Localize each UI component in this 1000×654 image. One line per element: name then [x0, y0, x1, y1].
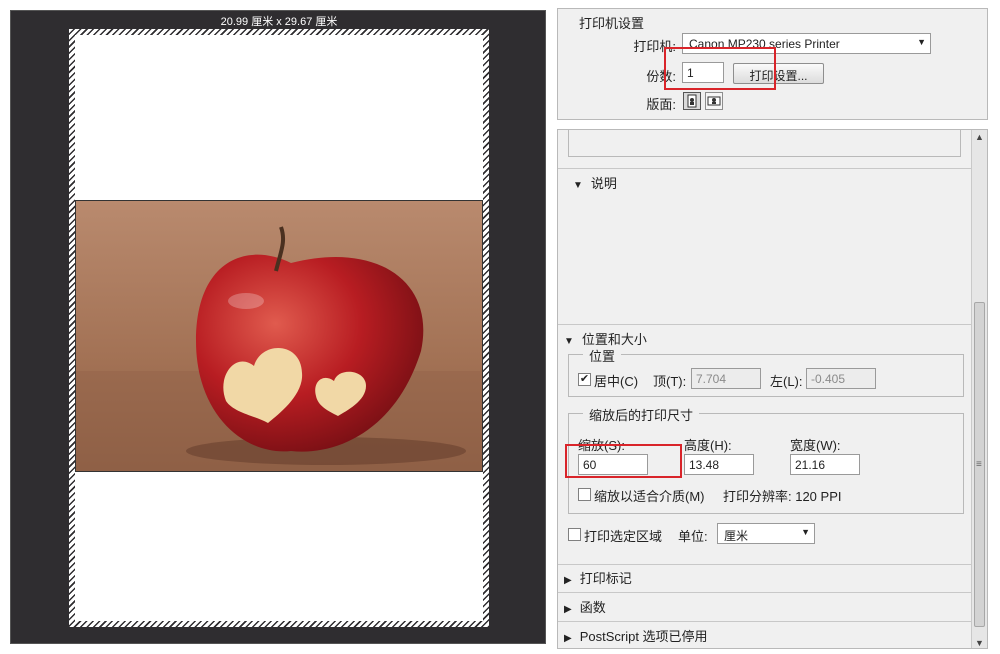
chevron-down-icon: ▼: [917, 37, 926, 47]
divider: [558, 168, 973, 169]
position-size-header-label: 位置和大小: [581, 332, 647, 347]
unit-label: 单位:: [678, 529, 708, 544]
divider: [558, 592, 973, 593]
functions-label: 函数: [579, 600, 606, 615]
description-section-header[interactable]: ▼ 说明: [573, 173, 617, 192]
unit-select[interactable]: 厘米 ▼: [717, 523, 815, 544]
width-input[interactable]: 21.16: [790, 454, 860, 475]
fit-media-checkbox[interactable]: [578, 488, 591, 501]
center-checkbox[interactable]: ✔: [578, 373, 591, 386]
scroll-up-arrow-icon[interactable]: ▲: [975, 132, 984, 142]
print-preview-pane: 20.99 厘米 x 29.67 厘米: [10, 10, 546, 644]
print-marks-label: 打印标记: [579, 571, 632, 586]
scrollbar-thumb[interactable]: ≡: [974, 302, 985, 627]
layout-label: 版面:: [646, 97, 676, 112]
height-label: 高度(H):: [684, 438, 732, 453]
print-marks-section-header[interactable]: ▶ 打印标记: [564, 568, 632, 587]
landscape-orientation-button[interactable]: [705, 92, 723, 110]
highlight-box-print-settings: [664, 47, 776, 90]
previous-section-box: [568, 130, 961, 157]
top-input[interactable]: 7.704: [691, 368, 761, 389]
collapsed-triangle-icon: ▶: [564, 633, 572, 644]
print-selected-area-label: 打印选定区域: [584, 529, 663, 544]
functions-section-header[interactable]: ▶ 函数: [564, 597, 606, 616]
postscript-label: PostScript 选项已停用: [579, 629, 708, 644]
divider: [558, 621, 973, 622]
page-size-label: 20.99 厘米 x 29.67 厘米: [220, 16, 338, 28]
divider: [558, 564, 973, 565]
print-resolution-text: 打印分辨率: 120 PPI: [723, 489, 842, 504]
left-input[interactable]: -0.405: [806, 368, 876, 389]
printer-settings-title: 打印机设置: [579, 16, 645, 31]
expand-triangle-icon: ▼: [564, 336, 574, 347]
preview-image[interactable]: [75, 200, 483, 472]
paper-printable-area: [75, 35, 483, 621]
landscape-icon: [707, 96, 721, 106]
grip-icon: ≡: [976, 459, 982, 470]
scroll-down-arrow-icon[interactable]: ▼: [975, 638, 984, 648]
portrait-icon: [687, 94, 697, 108]
top-label: 顶(T):: [653, 374, 687, 389]
settings-scrollbar[interactable]: ▲ ≡ ▼: [971, 130, 987, 648]
settings-panel: ▼ 说明 ▼ 位置和大小 位置 ✔ 居中(C) 顶(T): 7.704 左(L): …: [557, 129, 988, 649]
description-header-label: 说明: [590, 176, 617, 191]
expand-triangle-icon: ▼: [573, 180, 583, 191]
height-input[interactable]: 13.48: [684, 454, 754, 475]
portrait-orientation-button[interactable]: [683, 92, 701, 110]
postscript-section-header[interactable]: ▶ PostScript 选项已停用: [564, 626, 708, 645]
width-label: 宽度(W):: [790, 438, 841, 453]
paper-sheet: [69, 29, 489, 627]
print-selected-area-checkbox[interactable]: [568, 528, 581, 541]
position-group-title: 位置: [583, 346, 622, 365]
unit-select-value: 厘米: [724, 529, 749, 543]
highlight-box-scale: [565, 444, 682, 478]
left-label: 左(L):: [770, 374, 803, 389]
scaled-size-group-title: 缩放后的打印尺寸: [583, 405, 700, 424]
chevron-down-icon: ▼: [801, 527, 810, 537]
collapsed-triangle-icon: ▶: [564, 575, 572, 586]
center-label: 居中(C): [594, 374, 639, 389]
divider: [558, 324, 973, 325]
fit-media-label: 缩放以适合介质(M): [594, 489, 705, 504]
collapsed-triangle-icon: ▶: [564, 604, 572, 615]
apple-photo: [76, 201, 482, 471]
